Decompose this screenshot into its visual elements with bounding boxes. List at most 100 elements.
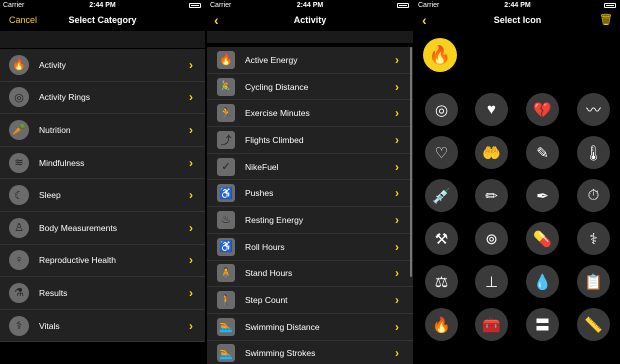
activity-label: Swimming Distance: [245, 321, 320, 332]
category-row[interactable]: ≋ Mindfulness ›: [0, 147, 205, 180]
page-title: Select Category: [68, 15, 137, 25]
injector-icon[interactable]: ✏: [475, 179, 508, 212]
thermometer-icon[interactable]: 🌡: [577, 136, 610, 169]
chevron-right-icon: ›: [395, 106, 399, 121]
stethoscope-icon[interactable]: ⚕: [577, 222, 610, 255]
activity-row[interactable]: ♿ Pushes ›: [207, 180, 413, 208]
chevron-right-icon: ›: [395, 132, 399, 147]
category-row[interactable]: 🥕 Nutrition ›: [0, 114, 205, 147]
ruler-icon[interactable]: 📏: [577, 308, 610, 341]
category-label: Body Measurements: [39, 222, 117, 233]
category-row[interactable]: ⚕ Vitals ›: [0, 310, 205, 343]
scale-icon[interactable]: ⚖: [425, 265, 458, 298]
activity-row[interactable]: 🏊 Swimming Distance ›: [207, 314, 413, 341]
activity-row[interactable]: ♿ Roll Hours ›: [207, 234, 413, 261]
category-row[interactable]: ♀ Reproductive Health ›: [0, 245, 205, 278]
chevron-right-icon: ›: [189, 90, 193, 105]
activity-label: Resting Energy: [245, 214, 304, 225]
chevron-right-icon: ›: [395, 266, 399, 281]
status-bar: Carrier 2:44 PM: [415, 0, 620, 11]
category-row[interactable]: 🔥 Activity ›: [0, 49, 205, 82]
activity-label: Active Energy: [245, 54, 298, 65]
wheelchair-icon: ♿: [217, 184, 235, 203]
chevron-right-icon: ›: [189, 253, 193, 268]
stairs-icon: ⤴: [217, 130, 235, 149]
dropper-icon[interactable]: ✒: [526, 179, 559, 212]
chevron-right-icon: ›: [395, 52, 399, 67]
moon-icon: ☾: [9, 185, 29, 206]
category-list: 🔥 Activity › ◎ Activity Rings › 🥕 Nutrition › ≋ Mi…: [0, 49, 205, 343]
category-label: Activity: [39, 59, 66, 70]
clock: 2:44 PM: [296, 2, 324, 9]
category-label: Nutrition: [39, 124, 71, 135]
activity-label: Swimming Strokes: [245, 348, 316, 359]
section-spacer: [0, 31, 205, 48]
swim-icon: 🏊: [217, 344, 235, 363]
navigation-bar: ‹ Select Icon 🗑: [415, 11, 620, 31]
activity-row[interactable]: ✓ NikeFuel ›: [207, 154, 413, 181]
status-bar: Carrier 2:44 PM: [207, 0, 413, 11]
clock: 2:44 PM: [504, 2, 531, 9]
activity-label: Step Count: [245, 295, 288, 306]
resting-icon: ♨: [217, 210, 235, 229]
first-aid-icon[interactable]: 🧰: [475, 308, 508, 341]
pregnant-icon: ♀: [9, 250, 29, 271]
activity-row[interactable]: ⤴ Flights Climbed ›: [207, 127, 413, 154]
activity-row[interactable]: ♨ Resting Energy ›: [207, 207, 413, 234]
category-row[interactable]: ⚗ Results ›: [0, 277, 205, 310]
navigation-bar: Cancel Select Category: [0, 11, 205, 31]
blood-pressure-icon[interactable]: ⚒: [425, 222, 458, 255]
medical-record-icon[interactable]: 📋: [577, 265, 610, 298]
selected-flame-icon[interactable]: 🔥: [423, 38, 457, 72]
height-icon[interactable]: ⊥: [475, 265, 508, 298]
rings-icon[interactable]: ◎: [425, 93, 458, 126]
glucose-meter-icon[interactable]: ⏱: [577, 179, 610, 212]
category-label: Sleep: [39, 190, 61, 201]
page-title: Activity: [293, 15, 327, 25]
chevron-right-icon: ›: [395, 212, 399, 227]
heart-icon[interactable]: ♥: [475, 93, 508, 126]
body-icon: ♙: [9, 217, 29, 238]
chevron-right-icon: ›: [395, 159, 399, 174]
condom-icon[interactable]: ⊚: [475, 222, 508, 255]
clock: 2:44 PM: [89, 2, 116, 9]
activity-row[interactable]: 🚴 Cycling Distance ›: [207, 74, 413, 101]
syringe-icon[interactable]: 💉: [425, 179, 458, 212]
activity-row[interactable]: 🚶 Step Count ›: [207, 287, 413, 314]
pill-icon[interactable]: 💊: [526, 222, 559, 255]
activity-list: 🔥 Active Energy › 🚴 Cycling Distance › 🏃 Exerci…: [207, 47, 413, 364]
activity-label: Roll Hours: [245, 241, 285, 252]
chevron-right-icon: ›: [189, 188, 193, 203]
inhaler-icon[interactable]: ✎: [526, 136, 559, 169]
blood-drop-icon[interactable]: 💧: [526, 265, 559, 298]
bike-icon: 🚴: [217, 77, 235, 96]
battery-icon: [397, 3, 409, 8]
trash-icon[interactable]: 🗑: [599, 13, 613, 26]
flame-icon: 🔥: [217, 50, 235, 69]
wheelchair-icon: ♿: [217, 237, 235, 256]
stand-icon: 🧍: [217, 264, 235, 283]
swoosh-icon: ✓: [217, 157, 235, 176]
category-row[interactable]: ♙ Body Measurements ›: [0, 212, 205, 245]
tape-measure-icon[interactable]: 〓: [526, 308, 559, 341]
category-row[interactable]: ◎ Activity Rings ›: [0, 82, 205, 115]
chevron-right-icon: ›: [189, 285, 193, 300]
rings-icon: ◎: [9, 87, 29, 108]
flame-icon[interactable]: 🔥: [425, 308, 458, 341]
activity-row[interactable]: 🔥 Active Energy ›: [207, 47, 413, 74]
battery-icon: [604, 3, 616, 8]
broken-heart-icon[interactable]: 💔: [526, 93, 559, 126]
ecg-icon[interactable]: 〰: [577, 93, 610, 126]
category-row[interactable]: ☾ Sleep ›: [0, 179, 205, 212]
heart-rate-icon[interactable]: ♡: [425, 136, 458, 169]
page-title: Select Icon: [493, 15, 542, 25]
status-bar: Carrier 2:44 PM: [0, 0, 205, 11]
activity-row[interactable]: 🏃 Exercise Minutes ›: [207, 100, 413, 128]
activity-row[interactable]: 🏊 Swimming Strokes ›: [207, 341, 413, 364]
activity-row[interactable]: 🧍 Stand Hours ›: [207, 261, 413, 288]
scrollbar[interactable]: [410, 47, 412, 277]
hand-heart-icon[interactable]: 🤲: [475, 136, 508, 169]
carrot-icon: 🥕: [9, 119, 29, 140]
chevron-right-icon: ›: [395, 319, 399, 334]
activity-screen: Carrier 2:44 PM ‹ Activity 🔥 Active Energ…: [207, 0, 413, 364]
